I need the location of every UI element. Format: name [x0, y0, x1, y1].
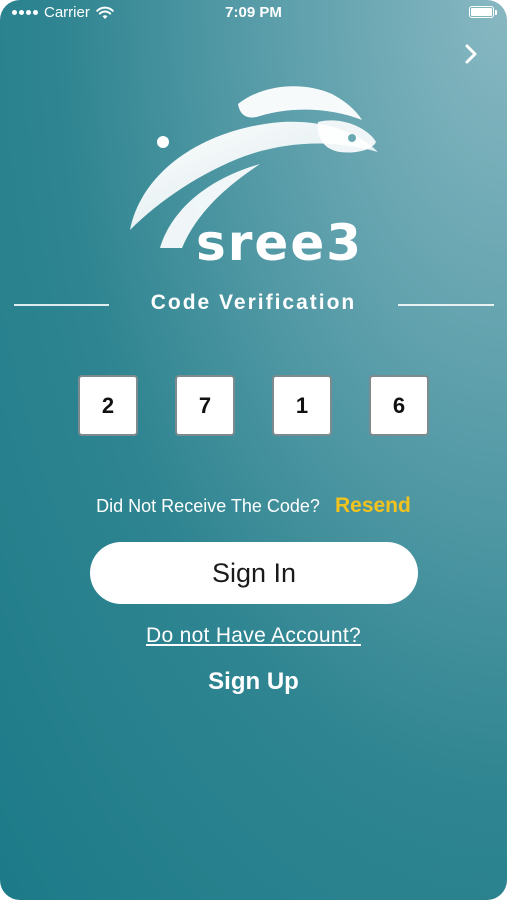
battery-icon [469, 6, 497, 18]
page-title: Code Verification [150, 291, 357, 314]
code-input-row [0, 375, 507, 437]
status-time: 7:09 PM [225, 4, 282, 21]
code-digit-2-input[interactable] [175, 375, 235, 436]
battery-fill [471, 8, 492, 16]
sign-up-link[interactable]: Sign Up [0, 668, 507, 696]
rabbit-logo-icon: sree3 [130, 86, 378, 270]
verification-screen: Carrier 7:09 PM sree3 Code Verification … [0, 0, 507, 900]
next-button[interactable] [457, 40, 485, 68]
section-title-row: Code Verification [0, 288, 507, 322]
resend-row: Did Not Receive The Code? Resend [0, 494, 507, 518]
status-bar: Carrier 7:09 PM [0, 0, 507, 28]
divider-left [14, 304, 109, 306]
resend-link[interactable]: Resend [335, 494, 411, 517]
sign-in-button[interactable]: Sign In [90, 542, 418, 604]
code-digit-1-input[interactable] [78, 375, 138, 436]
divider-right [398, 304, 494, 306]
code-digit-3-input[interactable] [272, 375, 332, 436]
resend-prompt: Did Not Receive The Code? [96, 496, 320, 516]
code-digit-4-input[interactable] [369, 375, 429, 436]
chevron-right-icon [465, 44, 477, 64]
logo-wordmark: sree3 [196, 214, 363, 270]
no-account-link[interactable]: Do not Have Account? [0, 624, 507, 648]
